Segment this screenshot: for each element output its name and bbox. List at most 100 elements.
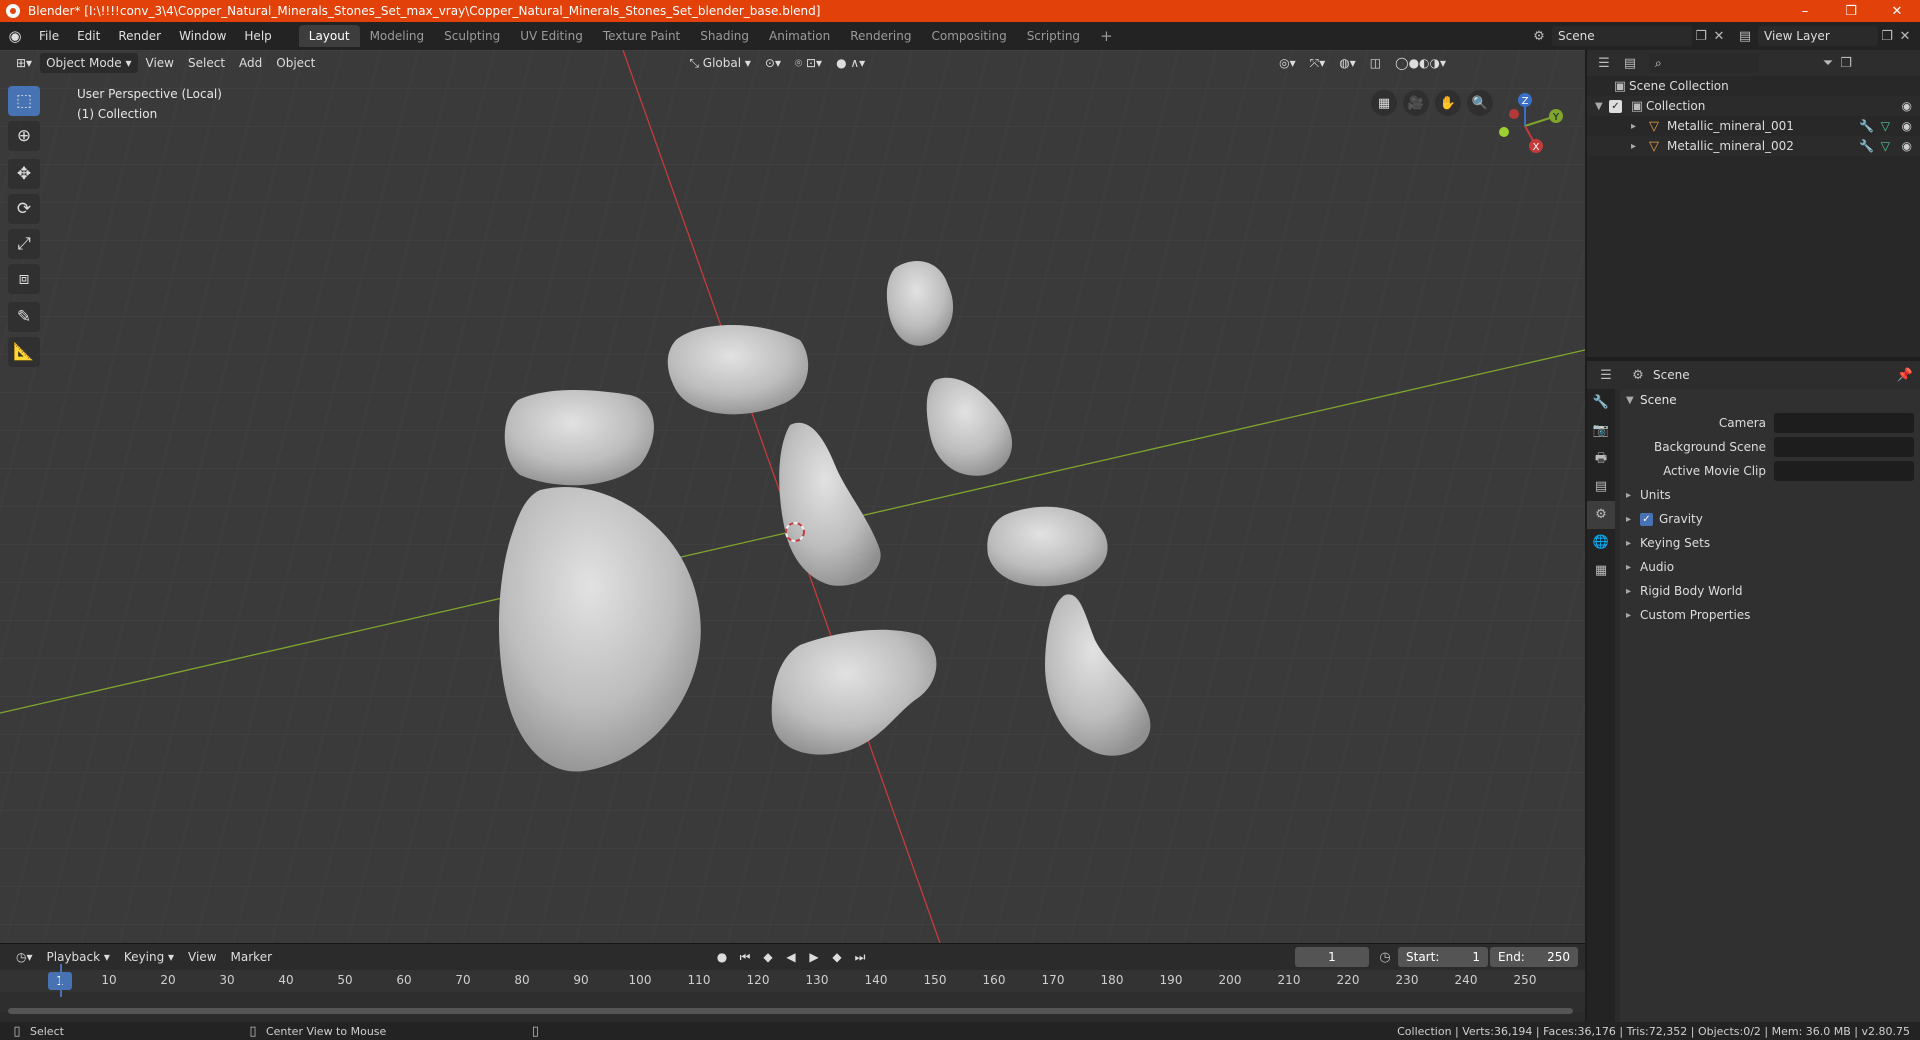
view-menu[interactable]: View — [140, 53, 180, 73]
outliner-object-row[interactable]: ▸ ▽ Metallic_mineral_001 🔧 ▽ ◉ — [1587, 116, 1920, 136]
jump-end-button[interactable]: ⏭ — [850, 947, 870, 967]
camera-view-icon[interactable]: 🎥 — [1403, 90, 1429, 116]
collection-checkbox[interactable]: ✓ — [1609, 99, 1622, 113]
tab-modeling[interactable]: Modeling — [360, 25, 435, 47]
outliner-editor-type-icon[interactable]: ☰ — [1595, 54, 1613, 72]
outliner-object-row[interactable]: ▸ ▽ Metallic_mineral_002 🔧 ▽ ◉ — [1587, 136, 1920, 156]
filter-icon[interactable]: ⏷ — [1819, 54, 1837, 72]
visibility-eye-icon[interactable]: ◉ — [1902, 119, 1912, 133]
measure-tool-icon[interactable]: 📐 — [8, 337, 40, 367]
gravity-checkbox[interactable]: ✓ — [1640, 512, 1653, 526]
world-tab-icon[interactable]: 🌐 — [1587, 529, 1615, 557]
play-reverse-button[interactable]: ◀ — [781, 947, 801, 967]
mesh-data-icon[interactable]: ▽ — [1881, 119, 1890, 133]
properties-editor-type-icon[interactable]: ☰ — [1597, 366, 1615, 384]
texture-tab-icon[interactable]: ▦ — [1587, 557, 1615, 585]
blender-menu-icon[interactable]: ◉ — [0, 27, 30, 45]
move-tool-icon[interactable]: ✥ — [8, 159, 40, 189]
jump-start-button[interactable]: ⏮ — [735, 947, 755, 967]
render-tab-icon[interactable]: 📷 — [1587, 417, 1615, 445]
view-layer-tab-icon[interactable]: ▤ — [1587, 473, 1615, 501]
menu-edit[interactable]: Edit — [68, 29, 109, 43]
start-frame-field[interactable]: Start: 1 — [1398, 947, 1488, 967]
scale-tool-icon[interactable]: ⤢ — [8, 229, 40, 259]
select-box-tool-icon[interactable]: ⬚ — [8, 86, 40, 116]
menu-file[interactable]: File — [30, 29, 68, 43]
object-menu[interactable]: Object — [270, 53, 321, 73]
minimize-button[interactable]: – — [1782, 0, 1828, 22]
pivot-icon[interactable]: ⊙▾ — [759, 53, 787, 73]
scene-tab-icon[interactable]: ⚙ — [1587, 501, 1615, 529]
outliner-collection[interactable]: ▼ ✓ ▣ Collection ◉ — [1587, 96, 1920, 116]
menu-render[interactable]: Render — [109, 29, 170, 43]
overlay-toggle-icon[interactable]: ◍▾ — [1333, 53, 1362, 73]
visibility-eye-icon[interactable]: ◉ — [1902, 99, 1912, 113]
xray-icon[interactable]: ◫ — [1364, 53, 1387, 73]
active-movie-clip-field[interactable] — [1774, 461, 1914, 481]
pan-hand-icon[interactable]: ✋ — [1435, 90, 1461, 116]
outliner-scene-collection[interactable]: ▣ Scene Collection — [1587, 76, 1920, 96]
pin-icon[interactable]: 📌 — [1896, 366, 1914, 384]
editor-type-icon[interactable]: ⊞▾ — [10, 53, 38, 73]
background-scene-field[interactable] — [1774, 437, 1914, 457]
rigid-body-world-subpanel[interactable]: ▸ Rigid Body World — [1620, 579, 1920, 603]
output-tab-icon[interactable]: 🖶 — [1587, 445, 1615, 473]
delete-scene-icon[interactable]: ✕ — [1710, 27, 1728, 45]
object-expand-icon[interactable]: ▸ — [1631, 121, 1645, 132]
frame-ruler[interactable]: 1 10 20 30 40 50 60 70 80 90 100 110 120… — [0, 970, 1585, 992]
modifier-wrench-icon[interactable]: 🔧 — [1859, 119, 1874, 133]
new-collection-icon[interactable]: ❐ — [1837, 54, 1855, 72]
add-menu[interactable]: Add — [233, 53, 268, 73]
gizmo-toggle-icon[interactable]: ⤧▾ — [1304, 53, 1332, 73]
object-expand-icon[interactable]: ▸ — [1631, 141, 1645, 152]
delete-view-layer-icon[interactable]: ✕ — [1896, 27, 1914, 45]
stone-mesh[interactable] — [987, 506, 1108, 587]
tab-texture-paint[interactable]: Texture Paint — [593, 25, 690, 47]
tool-tab-icon[interactable]: 🔧 — [1587, 389, 1615, 417]
play-button[interactable]: ▶ — [804, 947, 824, 967]
3d-viewport[interactable]: ⊞▾ Object Mode ▾ View Select Add Object … — [0, 50, 1585, 943]
keying-menu[interactable]: Keying ▾ — [118, 947, 180, 967]
menu-help[interactable]: Help — [235, 29, 280, 43]
end-frame-field[interactable]: End: 250 — [1490, 947, 1578, 967]
units-subpanel[interactable]: ▸ Units — [1620, 483, 1920, 507]
collection-expand-icon[interactable]: ▼ — [1595, 101, 1609, 112]
clock-icon[interactable]: ◷ — [1376, 948, 1394, 966]
scene-selector[interactable]: Scene — [1552, 26, 1692, 46]
stone-mesh[interactable] — [504, 390, 654, 486]
close-button[interactable]: ✕ — [1874, 0, 1920, 22]
display-mode-icon[interactable]: ▤ — [1621, 54, 1639, 72]
timeline-scrollbar[interactable] — [8, 1008, 1573, 1014]
timeline-view-menu[interactable]: View — [182, 947, 222, 967]
new-scene-icon[interactable]: ❐ — [1692, 27, 1710, 45]
outliner-search-input[interactable]: ⌕ — [1649, 53, 1759, 73]
custom-properties-subpanel[interactable]: ▸ Custom Properties — [1620, 603, 1920, 627]
record-button[interactable]: ● — [712, 947, 732, 967]
current-frame-field[interactable]: 1 — [1295, 947, 1369, 967]
tab-compositing[interactable]: Compositing — [921, 25, 1016, 47]
navigation-gizmo[interactable]: Z Y X — [1480, 88, 1570, 168]
keying-sets-subpanel[interactable]: ▸ Keying Sets — [1620, 531, 1920, 555]
gizmo-neg-x-axis[interactable] — [1509, 109, 1519, 119]
timeline-editor-type-icon[interactable]: ◷▾ — [10, 947, 39, 967]
gizmo-neg-y-axis[interactable] — [1499, 127, 1509, 137]
camera-field[interactable] — [1774, 413, 1914, 433]
tab-uv-editing[interactable]: UV Editing — [510, 25, 593, 47]
scene-panel-header[interactable]: ▼ Scene — [1620, 389, 1920, 411]
mesh-data-icon[interactable]: ▽ — [1881, 139, 1890, 153]
tab-sculpting[interactable]: Sculpting — [434, 25, 510, 47]
tab-scripting[interactable]: Scripting — [1017, 25, 1090, 47]
playback-menu[interactable]: Playback ▾ — [41, 947, 116, 967]
cursor-tool-icon[interactable]: ⊕ — [8, 121, 40, 151]
toggle-camera-grid-icon[interactable]: ▦ — [1371, 90, 1397, 116]
shading-modes-icon[interactable]: ◯●◐◑▾ — [1389, 53, 1452, 73]
mode-dropdown[interactable]: Object Mode ▾ — [40, 53, 138, 73]
audio-subpanel[interactable]: ▸ Audio — [1620, 555, 1920, 579]
view-layer-icon[interactable]: ▤ — [1736, 27, 1754, 45]
rotate-tool-icon[interactable]: ⟳ — [8, 194, 40, 224]
add-workspace-button[interactable]: + — [1090, 25, 1123, 47]
marker-menu[interactable]: Marker — [225, 947, 278, 967]
modifier-wrench-icon[interactable]: 🔧 — [1859, 139, 1874, 153]
orientation-dropdown[interactable]: ⤡ Global ▾ — [683, 53, 757, 73]
scene-icon[interactable]: ⚙ — [1530, 27, 1548, 45]
